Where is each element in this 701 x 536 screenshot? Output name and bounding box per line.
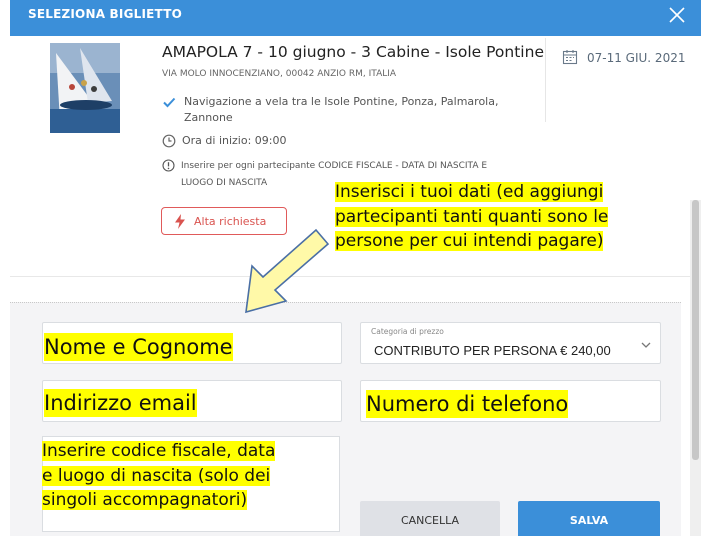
save-button[interactable]: SALVA <box>518 501 660 536</box>
notice-line-1: Inserire per ogni partecipante CODICE FI… <box>181 161 488 171</box>
notes-line-2: e luogo di nascita (solo dei <box>42 465 271 486</box>
event-address: VIA MOLO INNOCENZIANO, 00042 ANZIO RM, I… <box>162 69 397 79</box>
instruction-annotation: Inserisci i tuoi dati (ed aggiungi parte… <box>335 180 687 254</box>
notes-text: Inserire codice fiscale, data e luogo di… <box>42 439 342 513</box>
annotation-line-1: Inserisci i tuoi dati (ed aggiungi <box>335 182 604 202</box>
start-time-text: Ora di inizio: 09:00 <box>182 134 287 147</box>
event-description: Navigazione a vela tra le Isole Pontine,… <box>162 94 542 126</box>
notes-textarea[interactable]: Inserire codice fiscale, data e luogo di… <box>42 436 340 532</box>
clock-icon <box>162 134 176 153</box>
annotation-line-2: partecipanti tanti quanti sono le <box>335 206 609 227</box>
scrollbar-thumb[interactable] <box>692 200 699 460</box>
event-thumbnail <box>50 43 120 133</box>
email-field-text: Indirizzo email <box>44 389 197 417</box>
price-category-select[interactable]: Categoria di prezzo CONTRIBUTO PER PERSO… <box>360 322 661 364</box>
name-field[interactable]: Nome e Cognome <box>42 322 342 364</box>
price-category-value: CONTRIBUTO PER PERSONA € 240,00 <box>374 343 611 358</box>
dotted-divider <box>10 302 681 303</box>
close-icon[interactable] <box>665 3 689 27</box>
annotation-line-3: persone per cui intendi pagare) <box>335 231 604 252</box>
notes-line-3: singoli accompagnatori) <box>42 490 248 510</box>
modal-header: SELEZIONA BIGLIETTO <box>10 0 701 36</box>
phone-field[interactable]: Numero di telefono <box>360 380 661 422</box>
check-icon <box>162 95 176 114</box>
modal-title: SELEZIONA BIGLIETTO <box>28 7 182 21</box>
lightning-icon <box>174 214 186 233</box>
arrow-icon <box>245 228 330 314</box>
event-title: AMAPOLA 7 - 10 giugno - 3 Cabine - Isole… <box>162 43 544 61</box>
email-field[interactable]: Indirizzo email <box>42 380 342 422</box>
event-date: 07-11 GIU. 2021 <box>587 51 686 65</box>
info-icon <box>162 159 175 179</box>
phone-field-text: Numero di telefono <box>366 390 569 418</box>
chevron-down-icon <box>640 335 652 354</box>
name-field-text: Nome e Cognome <box>44 333 233 361</box>
description-line-1: Navigazione a vela tra le Isole Pontine,… <box>184 95 499 108</box>
description-line-2: Zannone <box>184 111 233 124</box>
scrollbar[interactable] <box>690 200 701 536</box>
left-edge <box>0 0 10 536</box>
ticket-modal: { "header": {"title": "SELEZIONA BIGLIET… <box>0 0 701 536</box>
cancel-button[interactable]: CANCELLA <box>360 501 500 536</box>
calendar-icon <box>562 49 578 69</box>
event-start-time: Ora di inizio: 09:00 <box>162 133 287 149</box>
vertical-divider <box>545 38 546 122</box>
price-category-label: Categoria di prezzo <box>371 327 444 336</box>
notes-line-1: Inserire codice fiscale, data <box>42 441 276 461</box>
section-divider <box>10 276 701 277</box>
